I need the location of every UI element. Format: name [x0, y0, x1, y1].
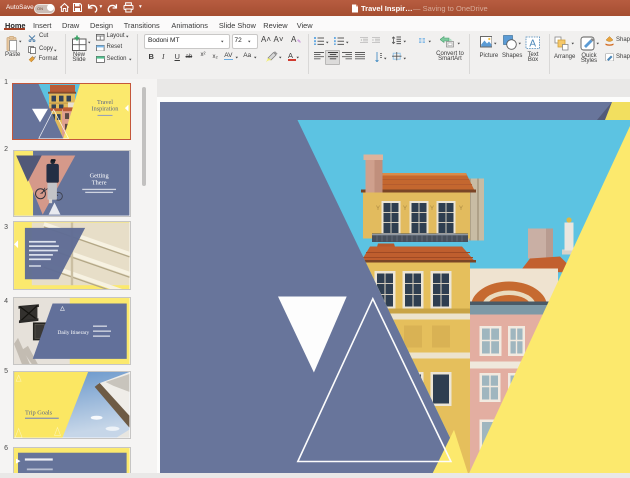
svg-text:There: There	[92, 179, 107, 186]
svg-text:Getting: Getting	[90, 172, 110, 179]
svg-text:A: A	[529, 38, 536, 49]
svg-text:Inspiration: Inspiration	[92, 106, 119, 112]
svg-text:Daily Itinerary: Daily Itinerary	[58, 330, 90, 336]
svg-text:Trip Goals: Trip Goals	[25, 410, 53, 417]
svg-text:Travel: Travel	[97, 99, 113, 105]
